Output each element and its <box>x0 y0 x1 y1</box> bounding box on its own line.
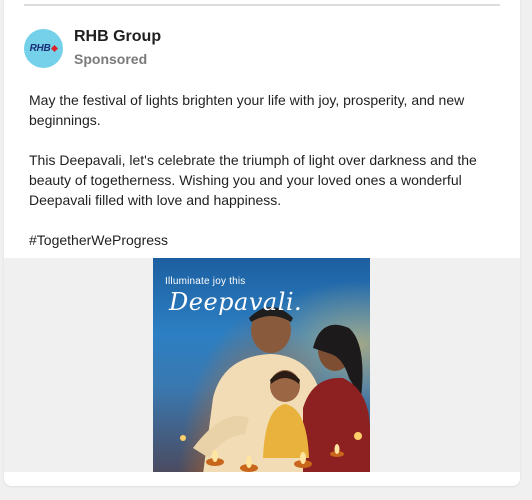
post-header: RHB RHB Group Sponsored <box>24 26 424 72</box>
card-footer <box>4 472 520 486</box>
logo-diamond-icon <box>51 44 59 53</box>
image-caption-line2: Deepavali. <box>169 288 303 316</box>
sponsored-label: Sponsored <box>74 51 148 67</box>
post-body: May the festival of lights brighten your… <box>29 90 509 270</box>
post-media-area: Illuminate joy this Deepavali. <box>4 258 520 474</box>
hashtag-link[interactable]: #TogetherWeProgress <box>29 230 509 250</box>
post-paragraph: This Deepavali, let's celebrate the triu… <box>29 152 477 208</box>
page-name-link[interactable]: RHB Group <box>74 28 161 46</box>
avatar-logo-text: RHB <box>29 43 51 54</box>
image-caption-line1: Illuminate joy this <box>165 276 246 287</box>
post-paragraph: May the festival of lights brighten your… <box>29 92 465 128</box>
rhb-logo-icon[interactable]: RHB <box>24 29 63 68</box>
divider <box>24 4 500 6</box>
post-image[interactable]: Illuminate joy this Deepavali. <box>153 258 370 474</box>
